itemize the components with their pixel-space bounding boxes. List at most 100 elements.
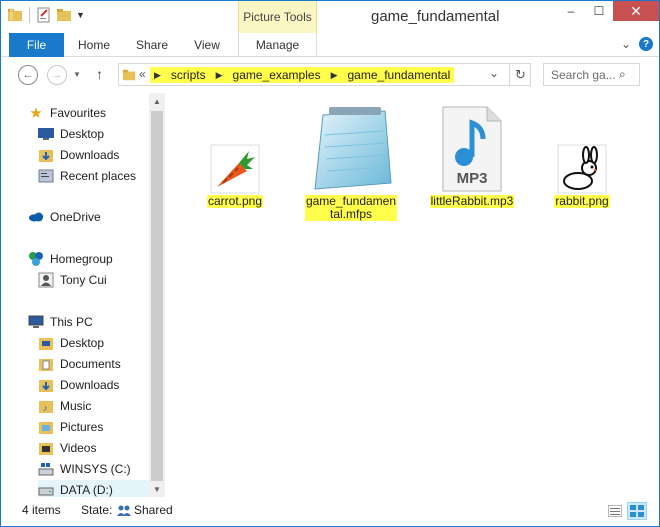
title-bar: ▼ Picture Tools game_fundamental – ☐ ✕ <box>1 1 659 33</box>
nav-label: Recent places <box>60 169 137 183</box>
shared-users-icon <box>117 503 131 517</box>
navigation-pane: ★ Favourites Desktop Downloads Recent pl… <box>1 93 165 500</box>
status-bar: 4 items State: Shared <box>1 497 659 526</box>
nav-label: Pictures <box>60 420 104 434</box>
nav-label: Music <box>60 399 92 413</box>
scroll-up-icon[interactable]: ▲ <box>149 93 165 109</box>
tab-share[interactable]: Share <box>129 33 175 57</box>
tab-view[interactable]: View <box>184 33 230 57</box>
nav-onedrive[interactable]: OneDrive <box>28 207 101 227</box>
state-value: Shared <box>134 503 173 517</box>
address-bar[interactable]: « ▶ scripts ▶ game_examples ▶ game_funda… <box>118 63 531 86</box>
nav-fav-recent-places[interactable]: Recent places <box>38 166 136 186</box>
breadcrumb-game-examples[interactable]: game_examples <box>233 68 321 82</box>
quick-access-toolbar: ▼ <box>7 7 85 23</box>
properties-icon[interactable] <box>36 7 52 23</box>
nav-homegroup-user[interactable]: Tony Cui <box>38 270 107 290</box>
file-item-little-rabbit[interactable]: MP3 littleRabbit.mp3 <box>425 105 519 208</box>
downloads-folder-icon <box>38 147 54 163</box>
folder-icon[interactable] <box>7 7 23 23</box>
nav-label: Desktop <box>60 127 105 141</box>
recent-places-icon <box>38 168 54 184</box>
large-icons-view-icon[interactable] <box>627 502 647 520</box>
scroll-thumb[interactable] <box>151 111 163 481</box>
file-item-carrot[interactable]: carrot.png <box>201 143 269 208</box>
computer-icon <box>28 314 44 330</box>
path-overflow-icon[interactable]: « <box>139 67 146 81</box>
documents-folder-icon <box>38 356 54 372</box>
rabbit-icon <box>557 144 607 194</box>
breadcrumb-chevron-icon[interactable]: ▶ <box>216 70 223 81</box>
carrot-icon <box>210 144 260 194</box>
nav-label: OneDrive <box>50 210 101 224</box>
breadcrumb-scripts[interactable]: scripts <box>171 68 206 82</box>
svg-text:♪: ♪ <box>43 403 48 413</box>
file-name: rabbit.png <box>554 194 610 208</box>
breadcrumb-chevron-icon[interactable]: ▶ <box>154 70 161 81</box>
breadcrumb: ▶ scripts ▶ game_examples ▶ game_fundame… <box>150 67 455 83</box>
file-item-rabbit[interactable]: rabbit.png <box>547 143 617 208</box>
homegroup-icon <box>28 251 44 267</box>
details-view-icon[interactable] <box>605 502 625 520</box>
refresh-icon[interactable]: ↻ <box>509 64 531 85</box>
navigation-scrollbar[interactable]: ▲ ▼ <box>149 93 165 497</box>
mp3-badge: MP3 <box>457 170 488 187</box>
nav-pc-downloads[interactable]: Downloads <box>38 375 119 395</box>
expand-ribbon-icon[interactable]: ⌄ <box>621 37 631 51</box>
nav-fav-desktop[interactable]: Desktop <box>38 124 104 144</box>
search-icon[interactable]: ⌕ <box>619 67 626 82</box>
nav-pc-documents[interactable]: Documents <box>38 354 121 374</box>
nav-this-pc[interactable]: This PC <box>28 312 93 332</box>
ribbon-controls: ⌄ ? <box>621 37 653 51</box>
address-dropdown-icon[interactable]: ⌄ <box>489 66 499 80</box>
breadcrumb-chevron-icon[interactable]: ▶ <box>331 70 338 81</box>
nav-favourites[interactable]: ★ Favourites <box>28 103 106 123</box>
recent-locations-icon[interactable]: ▼ <box>73 70 81 79</box>
tab-file[interactable]: File <box>9 33 64 57</box>
nav-pc-desktop[interactable]: Desktop <box>38 333 104 353</box>
scroll-down-icon[interactable]: ▼ <box>149 481 165 497</box>
nav-pc-music[interactable]: ♪ Music <box>38 396 91 416</box>
nav-pc-videos[interactable]: Videos <box>38 438 96 458</box>
explorer-window: ▼ Picture Tools game_fundamental – ☐ ✕ F… <box>0 0 660 527</box>
close-button[interactable]: ✕ <box>613 1 659 21</box>
nav-label: Favourites <box>50 106 107 120</box>
nav-label: This PC <box>50 315 93 329</box>
new-folder-icon[interactable] <box>56 7 72 23</box>
search-box[interactable]: ⌕ <box>543 63 640 86</box>
desktop-folder-icon <box>38 335 54 351</box>
drive-icon <box>38 482 54 498</box>
nav-homegroup[interactable]: Homegroup <box>28 249 113 269</box>
window-title: game_fundamental <box>371 8 500 25</box>
file-name: game_fundamen tal.mfps <box>304 194 398 221</box>
breadcrumb-game-fundamental[interactable]: game_fundamental <box>348 68 451 82</box>
nav-label: WINSYS (C:) <box>60 462 131 476</box>
forward-button[interactable]: → <box>47 65 67 85</box>
notepad-icon <box>314 107 392 190</box>
file-item-game-fundamental[interactable]: game_fundamen tal.mfps <box>299 105 403 221</box>
nav-pc-pictures[interactable]: Pictures <box>38 417 103 437</box>
cloud-icon <box>28 209 44 225</box>
tab-home[interactable]: Home <box>71 33 117 57</box>
nav-label: Homegroup <box>50 252 113 266</box>
mp3-icon: MP3 <box>442 106 502 192</box>
address-toolbar: ← → ▼ ↑ « ▶ scripts ▶ game_examples ▶ ga… <box>1 57 659 93</box>
help-icon[interactable]: ? <box>639 37 653 51</box>
window-controls: – ☐ ✕ <box>557 1 659 21</box>
ribbon-tabs: File Home Share View Manage ⌄ ? <box>1 33 659 57</box>
nav-label: Desktop <box>60 336 105 350</box>
desktop-icon <box>38 126 54 142</box>
up-arrow-icon[interactable]: ↑ <box>96 66 103 82</box>
star-icon: ★ <box>29 105 43 122</box>
minimize-button[interactable]: – <box>557 1 585 21</box>
nav-pc-drive-c[interactable]: WINSYS (C:) <box>38 459 131 479</box>
qat-dropdown-icon[interactable]: ▼ <box>76 10 85 20</box>
search-input[interactable] <box>551 67 619 82</box>
music-folder-icon: ♪ <box>38 398 54 414</box>
tab-manage[interactable]: Manage <box>238 33 317 57</box>
maximize-button[interactable]: ☐ <box>585 1 613 21</box>
nav-fav-downloads[interactable]: Downloads <box>38 145 119 165</box>
back-button[interactable]: ← <box>18 65 38 85</box>
nav-label: Documents <box>60 357 121 371</box>
system-drive-icon <box>38 461 54 477</box>
